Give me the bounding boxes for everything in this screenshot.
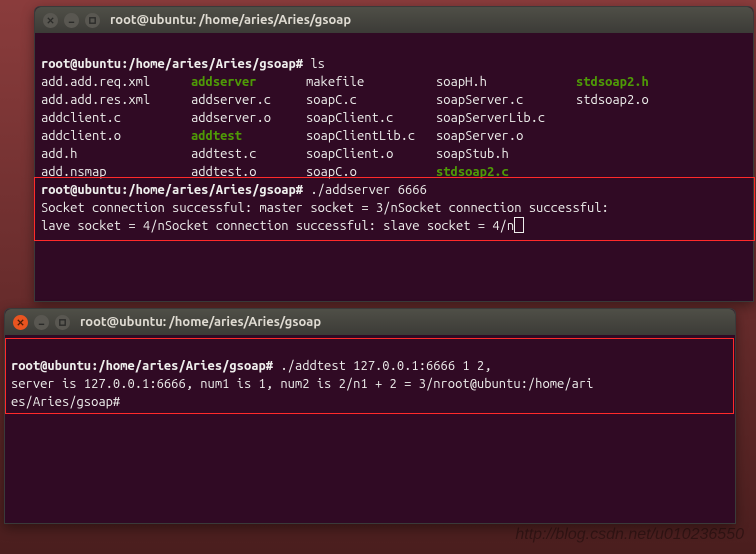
- ls-row: addclient.caddserver.osoapClient.csoapSe…: [41, 109, 747, 127]
- close-icon[interactable]: [13, 315, 28, 330]
- ls-entry: addserver.o: [191, 109, 306, 127]
- ls-entry: addserver.c: [191, 91, 306, 109]
- ls-entry: addtest.c: [191, 145, 306, 163]
- cmd-ls: ls: [310, 57, 325, 71]
- ls-row: add.add.req.xmladdservermakefilesoapH.hs…: [41, 73, 747, 91]
- server-output-line-1: Socket connection successful: master soc…: [41, 201, 609, 215]
- cursor-icon: [514, 217, 524, 233]
- ls-entry: makefile: [306, 73, 436, 91]
- minimize-icon[interactable]: [34, 315, 49, 330]
- ls-entry: soapClient.o: [306, 145, 436, 163]
- prompt: root@ubuntu:/home/aries/Aries/gsoap#: [41, 57, 303, 71]
- terminal-body-2[interactable]: root@ubuntu:/home/aries/Aries/gsoap# ./a…: [5, 335, 735, 523]
- ls-entry: soapServerLib.c: [436, 109, 576, 127]
- ls-output: add.add.req.xmladdservermakefilesoapH.hs…: [41, 73, 747, 181]
- ls-row: addclient.oaddtestsoapClientLib.csoapSer…: [41, 127, 747, 145]
- ls-row: add.haddtest.csoapClient.osoapStub.h: [41, 145, 747, 163]
- titlebar-2[interactable]: root@ubuntu: /home/aries/Aries/gsoap: [5, 309, 735, 335]
- ls-entry: add.nsmap: [41, 163, 191, 181]
- ls-entry: soapC.c: [306, 91, 436, 109]
- ls-entry: soapClient.c: [306, 109, 436, 127]
- window-controls-2: [13, 315, 70, 330]
- ls-entry: add.add.res.xml: [41, 91, 191, 109]
- ls-entry: soapH.h: [436, 73, 576, 91]
- client-output-line-1: server is 127.0.0.1:6666, num1 is 1, num…: [11, 377, 593, 391]
- ls-entry: addtest.o: [191, 163, 306, 181]
- ls-entry: soapClientLib.c: [306, 127, 436, 145]
- close-icon[interactable]: [43, 13, 58, 28]
- ls-entry: stdsoap2.c: [436, 163, 576, 181]
- prompt: root@ubuntu:/home/aries/Aries/gsoap#: [41, 183, 303, 197]
- ls-entry: addclient.o: [41, 127, 191, 145]
- ls-entry: soapServer.o: [436, 127, 576, 145]
- minimize-icon[interactable]: [64, 13, 79, 28]
- ls-entry: addclient.c: [41, 109, 191, 127]
- cmd-addserver: ./addserver 6666: [310, 183, 426, 197]
- ls-entry: addserver: [191, 73, 306, 91]
- ls-row: add.nsmapaddtest.osoapC.ostdsoap2.c: [41, 163, 747, 181]
- ls-entry: soapStub.h: [436, 145, 576, 163]
- ls-row: add.add.res.xmladdserver.csoapC.csoapSer…: [41, 91, 747, 109]
- window-title-2: root@ubuntu: /home/aries/Aries/gsoap: [80, 315, 321, 329]
- cmd-addtest: ./addtest 127.0.0.1:6666 1 2,: [280, 359, 491, 373]
- maximize-icon[interactable]: [55, 315, 70, 330]
- server-output-line-2: lave socket = 4/nSocket connection succe…: [41, 219, 514, 233]
- titlebar-1[interactable]: root@ubuntu: /home/aries/Aries/gsoap: [35, 7, 753, 33]
- client-output-line-2: es/Aries/gsoap#: [11, 395, 127, 409]
- ls-entry: stdsoap2.h: [576, 73, 649, 91]
- prompt: root@ubuntu:/home/aries/Aries/gsoap#: [11, 359, 273, 373]
- watermark: http://blog.csdn.net/u010236550: [515, 526, 744, 544]
- terminal-body-1[interactable]: root@ubuntu:/home/aries/Aries/gsoap# ls …: [35, 33, 753, 301]
- ls-entry: stdsoap2.o: [576, 91, 649, 109]
- ls-entry: add.add.req.xml: [41, 73, 191, 91]
- ls-entry: soapC.o: [306, 163, 436, 181]
- ls-entry: addtest: [191, 127, 306, 145]
- window-controls-1: [43, 13, 100, 28]
- terminal-window-1: root@ubuntu: /home/aries/Aries/gsoap roo…: [34, 6, 754, 302]
- ls-entry: add.h: [41, 145, 191, 163]
- terminal-window-2: root@ubuntu: /home/aries/Aries/gsoap roo…: [4, 308, 736, 524]
- window-title-1: root@ubuntu: /home/aries/Aries/gsoap: [110, 13, 351, 27]
- maximize-icon[interactable]: [85, 13, 100, 28]
- ls-entry: soapServer.c: [436, 91, 576, 109]
